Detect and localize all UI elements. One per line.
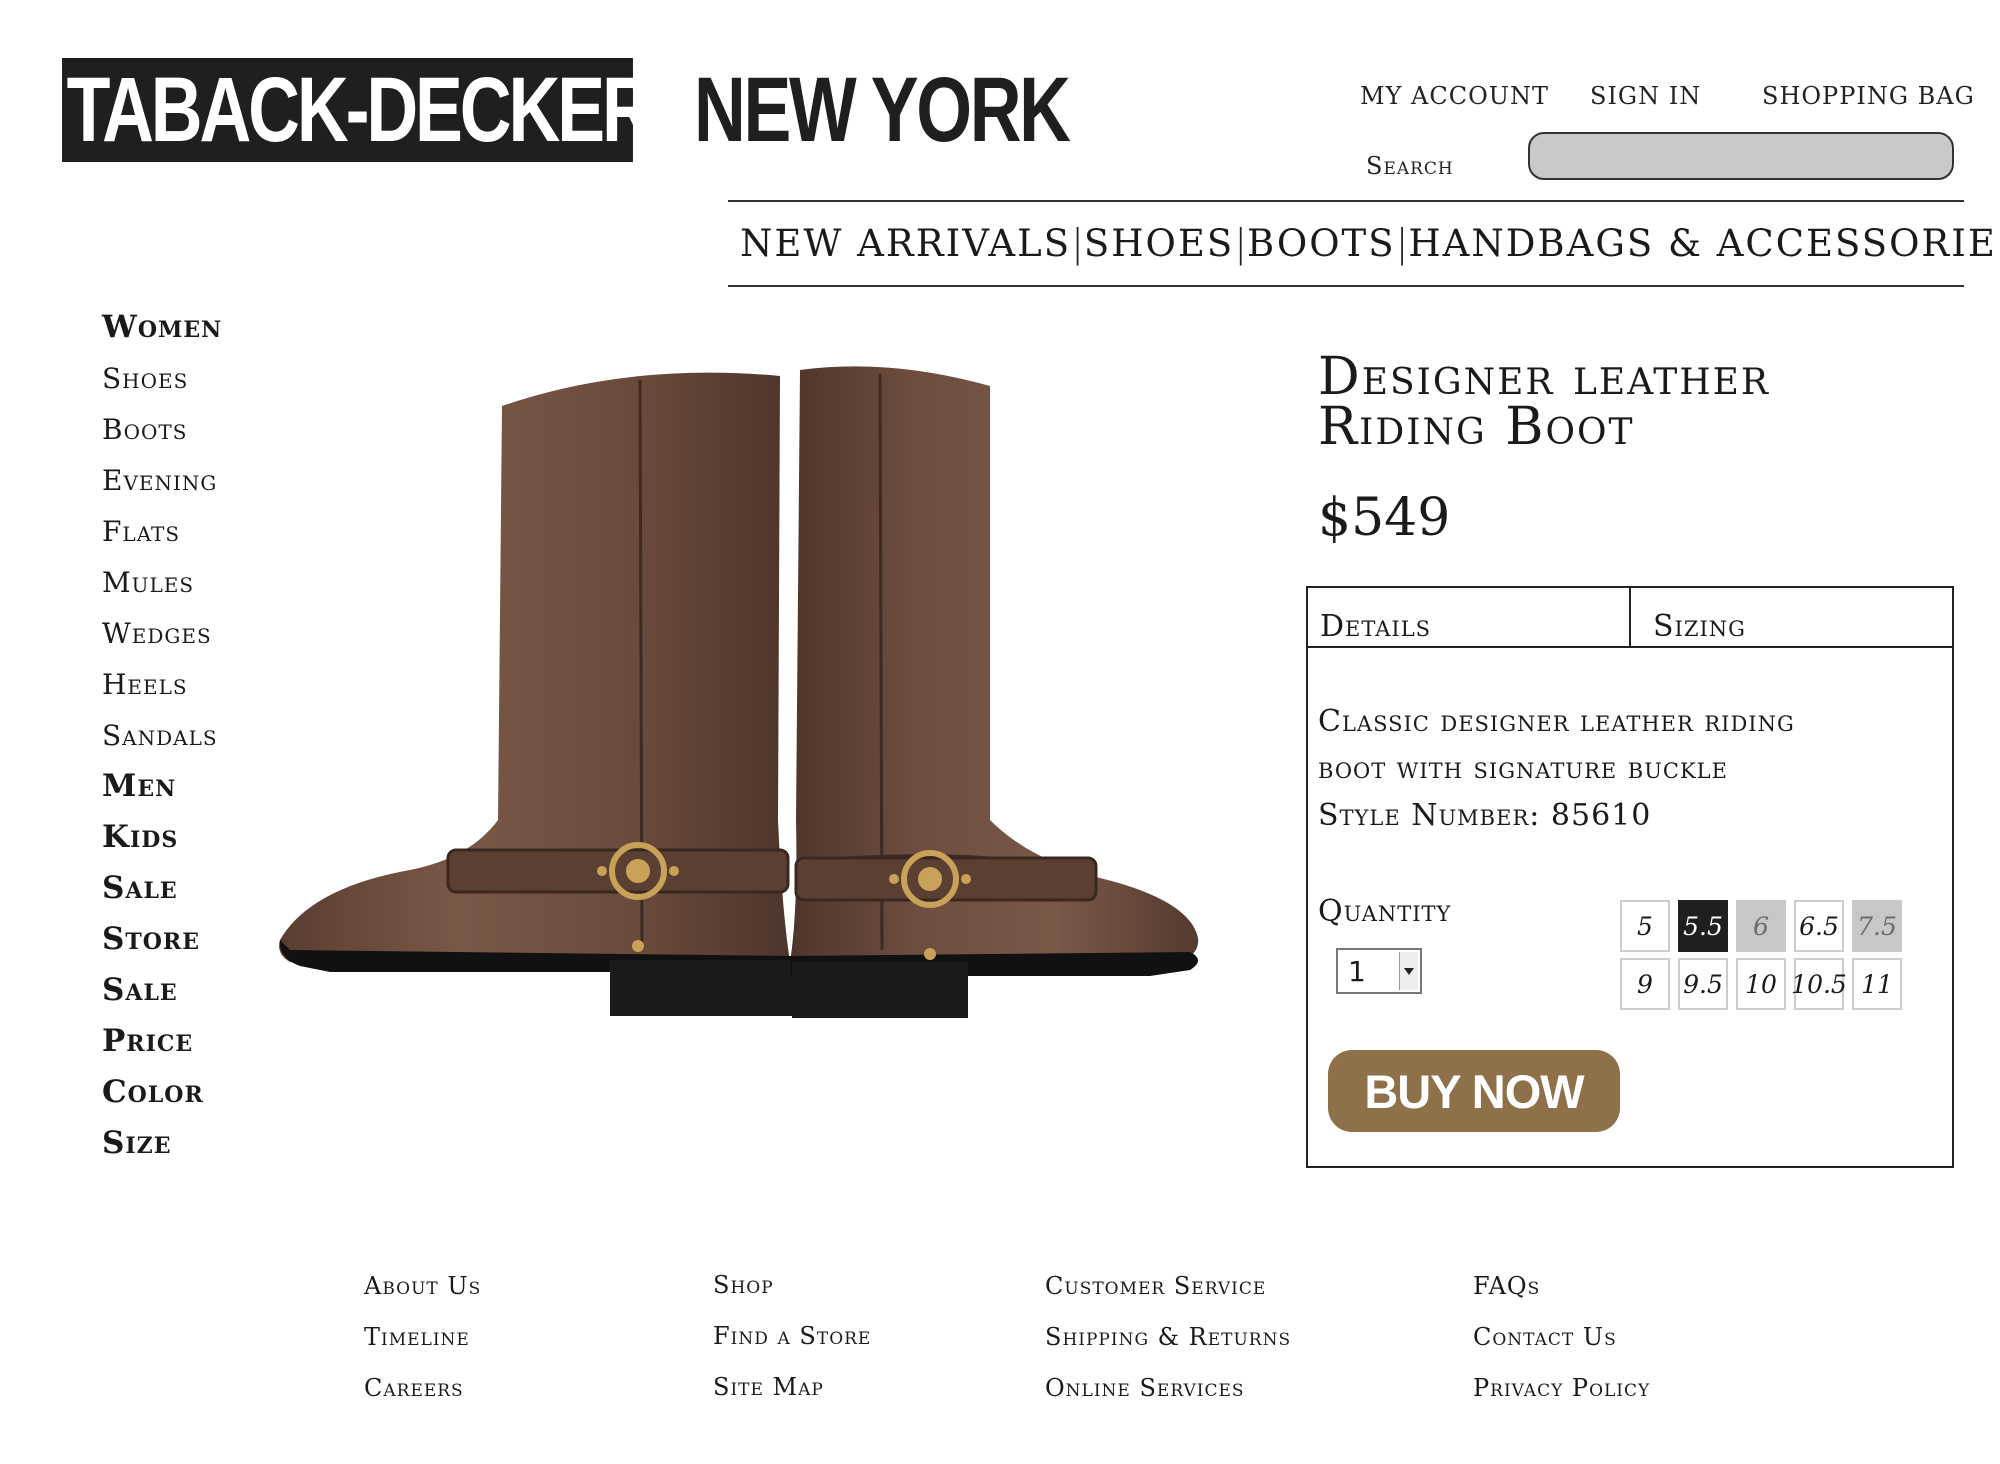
- product-title: Designer leather Riding Boot: [1318, 351, 1978, 453]
- sign-in-link[interactable]: SIGN IN: [1590, 82, 1701, 110]
- chevron-down-icon[interactable]: [1399, 952, 1418, 990]
- size-option[interactable]: 9: [1620, 958, 1670, 1010]
- nav-separator: |: [1071, 221, 1084, 265]
- size-option[interactable]: 9.5: [1678, 958, 1728, 1010]
- footer-link-shipping-returns[interactable]: Shipping & Returns: [1045, 1319, 1291, 1370]
- shopping-bag-link[interactable]: SHOPPING BAG: [1762, 82, 1975, 110]
- tab-details[interactable]: Details: [1308, 588, 1629, 646]
- footer-column-service: Customer Service Shipping & Returns Onli…: [1045, 1268, 1291, 1421]
- footer-link-contact-us[interactable]: Contact Us: [1473, 1319, 1650, 1370]
- buy-now-button[interactable]: BUY NOW: [1328, 1050, 1620, 1132]
- footer-link-site-map[interactable]: Site Map: [713, 1369, 871, 1420]
- footer-link-online-services[interactable]: Online Services: [1045, 1370, 1291, 1421]
- product-panel: Details Sizing Classic designer leather …: [1306, 586, 1954, 1168]
- nav-boots[interactable]: BOOTS: [1247, 222, 1396, 265]
- product-price: $549: [1318, 488, 1451, 548]
- logo-dark-text: TABACK-DECKER: [62, 58, 654, 162]
- nav-separator: |: [1395, 221, 1409, 265]
- footer-column-about: About Us Timeline Careers: [364, 1268, 481, 1421]
- footer-link-customer-service[interactable]: Customer Service: [1045, 1268, 1291, 1319]
- my-account-link[interactable]: MY ACCOUNT: [1360, 82, 1549, 110]
- brand-logo[interactable]: TABACK-DECKER NEW YORK: [62, 58, 1071, 162]
- left-boot: [279, 372, 792, 1016]
- size-option-selected[interactable]: 5.5: [1678, 900, 1728, 952]
- footer-column-shop: Shop Find a Store Site Map: [713, 1267, 871, 1420]
- sidebar-item-women[interactable]: Women: [102, 302, 322, 353]
- product-tabs: Details Sizing: [1308, 588, 1952, 648]
- right-boot: [790, 366, 1199, 1018]
- tab-sizing-label: Sizing: [1653, 609, 1746, 644]
- product-description: Classic designer leather riding boot wit…: [1318, 698, 1918, 839]
- quantity-label: Quantity: [1318, 894, 1452, 929]
- logo-light-text: NEW YORK: [694, 58, 1071, 161]
- footer-link-faqs[interactable]: FAQs: [1473, 1268, 1650, 1319]
- tab-sizing[interactable]: Sizing: [1629, 588, 1952, 646]
- size-option[interactable]: 11: [1852, 958, 1902, 1010]
- footer-link-careers[interactable]: Careers: [364, 1370, 481, 1421]
- riding-boots-photo: [279, 366, 1199, 1018]
- product-title-line2: Riding Boot: [1318, 397, 1635, 457]
- size-option-unavailable[interactable]: 7.5: [1852, 900, 1902, 952]
- footer-link-find-a-store[interactable]: Find a Store: [713, 1318, 871, 1369]
- nav-separator: |: [1234, 221, 1248, 265]
- footer-link-about-us[interactable]: About Us: [364, 1268, 481, 1319]
- footer-link-timeline[interactable]: Timeline: [364, 1319, 481, 1370]
- tab-details-label: Details: [1320, 609, 1432, 644]
- description-line1: Classic designer leather riding: [1318, 704, 1795, 739]
- nav-bottom-divider: [728, 285, 1964, 287]
- quantity-value: 1: [1348, 954, 1366, 988]
- nav-new-arrivals[interactable]: NEW ARRIVALS: [740, 222, 1071, 265]
- search-label: Search: [1366, 152, 1454, 180]
- description-line2: boot with signature buckle: [1318, 751, 1728, 786]
- footer-link-privacy-policy[interactable]: Privacy Policy: [1473, 1370, 1650, 1421]
- footer-column-help: FAQs Contact Us Privacy Policy: [1473, 1268, 1650, 1421]
- main-nav: NEW ARRIVALS | SHOES | BOOTS | HANDBAGS …: [728, 200, 2000, 286]
- footer-link-shop[interactable]: Shop: [713, 1267, 871, 1318]
- size-option[interactable]: 6.5: [1794, 900, 1844, 952]
- nav-handbags-accessories[interactable]: HANDBAGS & ACCESSORIES: [1408, 222, 2000, 265]
- nav-shoes[interactable]: SHOES: [1084, 222, 1234, 265]
- search-input[interactable]: [1528, 132, 1954, 180]
- size-option[interactable]: 5: [1620, 900, 1670, 952]
- size-option-unavailable[interactable]: 6: [1736, 900, 1786, 952]
- size-option[interactable]: 10: [1736, 958, 1786, 1010]
- style-number: Style Number: 85610: [1318, 798, 1652, 833]
- size-option[interactable]: 10.5: [1791, 958, 1847, 1010]
- quantity-select[interactable]: 1: [1336, 948, 1422, 994]
